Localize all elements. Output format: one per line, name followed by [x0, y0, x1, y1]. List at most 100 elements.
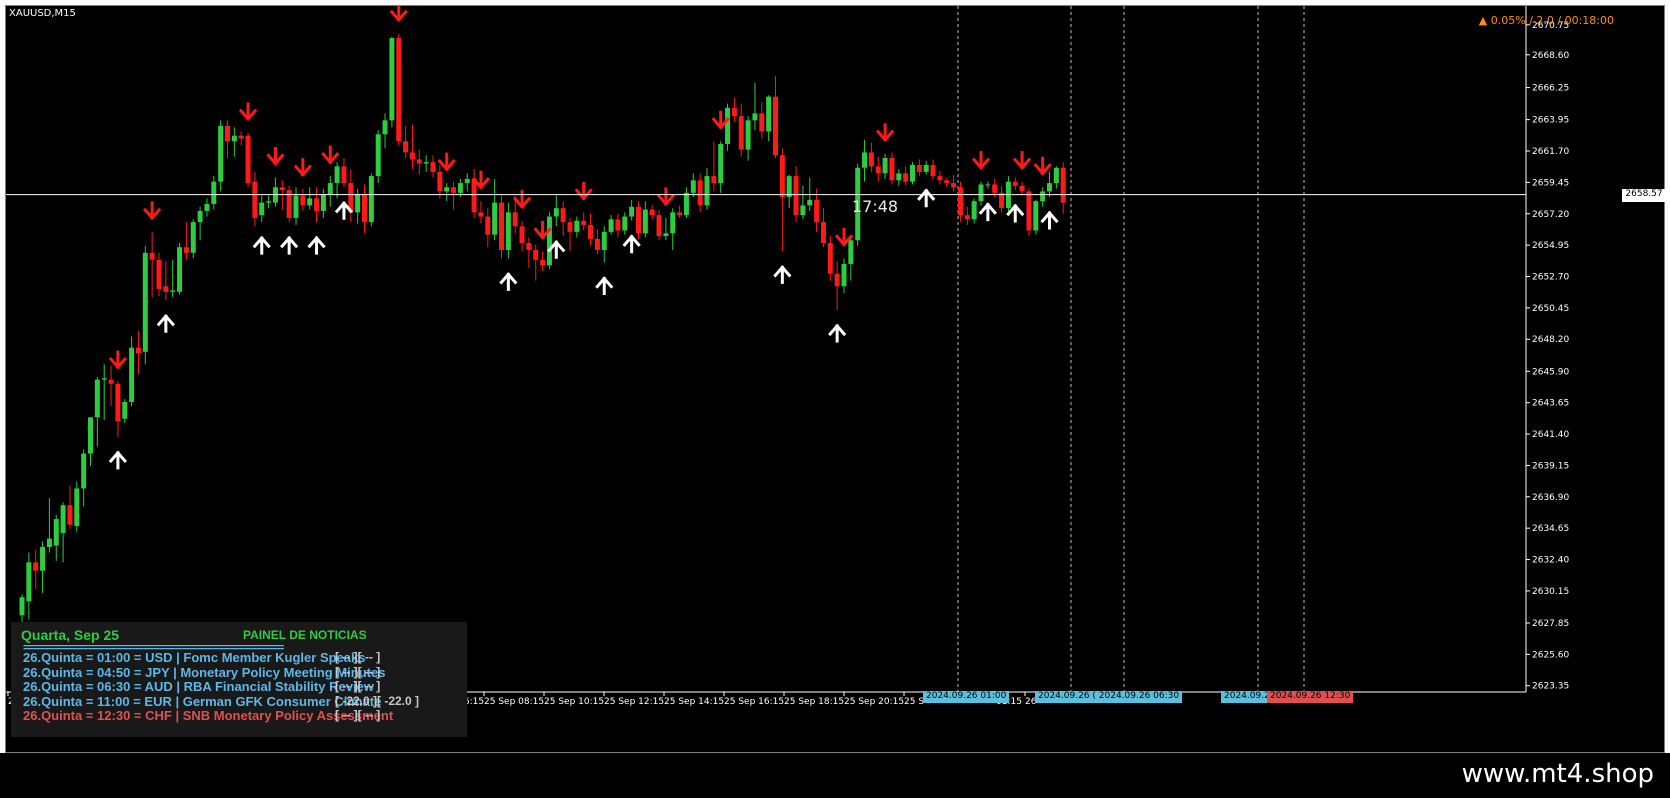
sell-arrow-icon: [143, 201, 162, 220]
candle-body: [197, 210, 203, 223]
symbol-label: XAUUSD,M15: [9, 8, 76, 19]
candle-body: [1040, 191, 1046, 202]
price-axis-label: 2641.40: [1532, 430, 1569, 440]
candle-body: [19, 597, 25, 616]
candle-body: [711, 176, 717, 184]
candle-body: [135, 347, 141, 354]
price-axis-label: 2650.45: [1532, 304, 1569, 314]
candle-body: [471, 178, 477, 213]
buy-arrow-icon: [156, 314, 175, 333]
candle-body: [334, 166, 340, 184]
news-event: 26.Quinta = 06:30 = AUD | RBA Financial …: [23, 679, 374, 694]
candle-body: [910, 164, 915, 182]
candle-body: [930, 164, 936, 177]
candle-body: [478, 212, 484, 217]
news-values: [ -- ][ -- ]: [335, 679, 381, 693]
candle-body: [327, 183, 333, 195]
price-axis-label: 2648.20: [1532, 335, 1569, 345]
candle-body: [697, 180, 703, 206]
candle-body: [827, 243, 833, 274]
candle-body: [211, 181, 217, 204]
candle-body: [718, 144, 724, 184]
sell-arrow-icon: [437, 152, 456, 172]
watermark-bar: www.mt4.shop: [0, 753, 1670, 798]
candle-body: [944, 180, 950, 184]
buy-arrow-icon: [622, 234, 641, 254]
price-axis-label: 2636.90: [1532, 493, 1569, 503]
price-axis-label: 2657.20: [1532, 210, 1569, 220]
buy-arrow-icon: [307, 236, 326, 255]
buy-arrow-icon: [1040, 210, 1059, 230]
candle-body: [574, 220, 580, 232]
candle-body: [156, 259, 162, 290]
candle-body: [622, 216, 628, 231]
candle-body: [512, 212, 518, 227]
price-axis-label: 2643.65: [1532, 399, 1569, 409]
buy-arrow-icon: [1006, 203, 1025, 223]
sell-arrow-icon: [574, 181, 593, 201]
candle-body: [457, 183, 463, 193]
candle-body: [588, 224, 594, 239]
watermark: www.mt4.shop: [1461, 759, 1654, 789]
candle-body: [375, 134, 381, 177]
candle-body: [971, 201, 977, 220]
candle-body: [834, 273, 840, 287]
time-axis-label: 25 Sep 16:15: [724, 697, 784, 707]
chart-window[interactable]: 2670.75 2668.60 2666.25 2663.95 2661.70 2659.…: [5, 5, 1666, 753]
sell-arrow-icon: [238, 102, 258, 121]
candle-body: [300, 195, 306, 206]
sell-arrow-icon: [389, 6, 408, 23]
candle-body: [820, 222, 826, 244]
time-axis-label: 25 Sep 08:15: [484, 697, 544, 707]
candle-body: [594, 238, 600, 251]
price-axis-label: 2659.45: [1532, 178, 1569, 188]
candle-body: [629, 206, 635, 217]
candle-body: [451, 187, 457, 193]
price-axis-label: 2632.40: [1532, 556, 1569, 566]
candle-body: [670, 212, 676, 234]
news-row: 26.Quinta = 06:30 = AUD | RBA Financial …: [23, 679, 380, 694]
candle-body: [33, 562, 39, 571]
news-values: [ -- ][ -- ]: [335, 650, 381, 664]
candle-body: [40, 546, 46, 571]
candle-body: [245, 135, 251, 184]
time-axis-label: 25 S: [904, 697, 924, 707]
price-axis-label: 2627.85: [1532, 619, 1569, 629]
candle-body: [416, 159, 422, 164]
candle-body: [464, 178, 470, 184]
candle-body: [916, 164, 922, 172]
candle-body: [368, 176, 374, 223]
candle-body: [690, 180, 696, 193]
time-axis-label: 25 Sep 10:15: [544, 697, 604, 707]
candle-body: [731, 107, 737, 117]
candle-body: [46, 538, 52, 547]
candle-body: [190, 222, 196, 253]
price-axis-label: 2661.70: [1532, 147, 1569, 157]
candle-body: [396, 38, 402, 142]
candle-body: [738, 116, 744, 150]
sell-arrow-icon: [512, 190, 532, 209]
time-axis-label: 25 Sep 18:15: [784, 697, 844, 707]
candle-body: [177, 247, 183, 292]
price-axis-label: 2630.15: [1532, 587, 1569, 597]
candle-body: [403, 141, 409, 153]
candle-body: [560, 208, 566, 223]
candle-body: [26, 562, 32, 602]
candle-body: [779, 155, 785, 198]
price-axis-label: 2668.60: [1532, 51, 1569, 61]
candle-body: [108, 379, 114, 384]
buy-arrow-icon: [773, 265, 792, 284]
candle-body: [985, 184, 991, 186]
candle-body: [423, 162, 429, 164]
price-axis-label: 2654.95: [1532, 241, 1569, 251]
candle-body: [526, 243, 532, 251]
candle-body: [94, 379, 100, 418]
candle-body: [67, 505, 73, 525]
candle-body: [773, 96, 778, 156]
candle-body: [677, 212, 683, 216]
candle-body: [862, 152, 868, 168]
candle-body: [903, 173, 909, 182]
candle-body: [615, 219, 621, 231]
candle-body: [437, 171, 443, 192]
candle-body: [499, 202, 504, 251]
